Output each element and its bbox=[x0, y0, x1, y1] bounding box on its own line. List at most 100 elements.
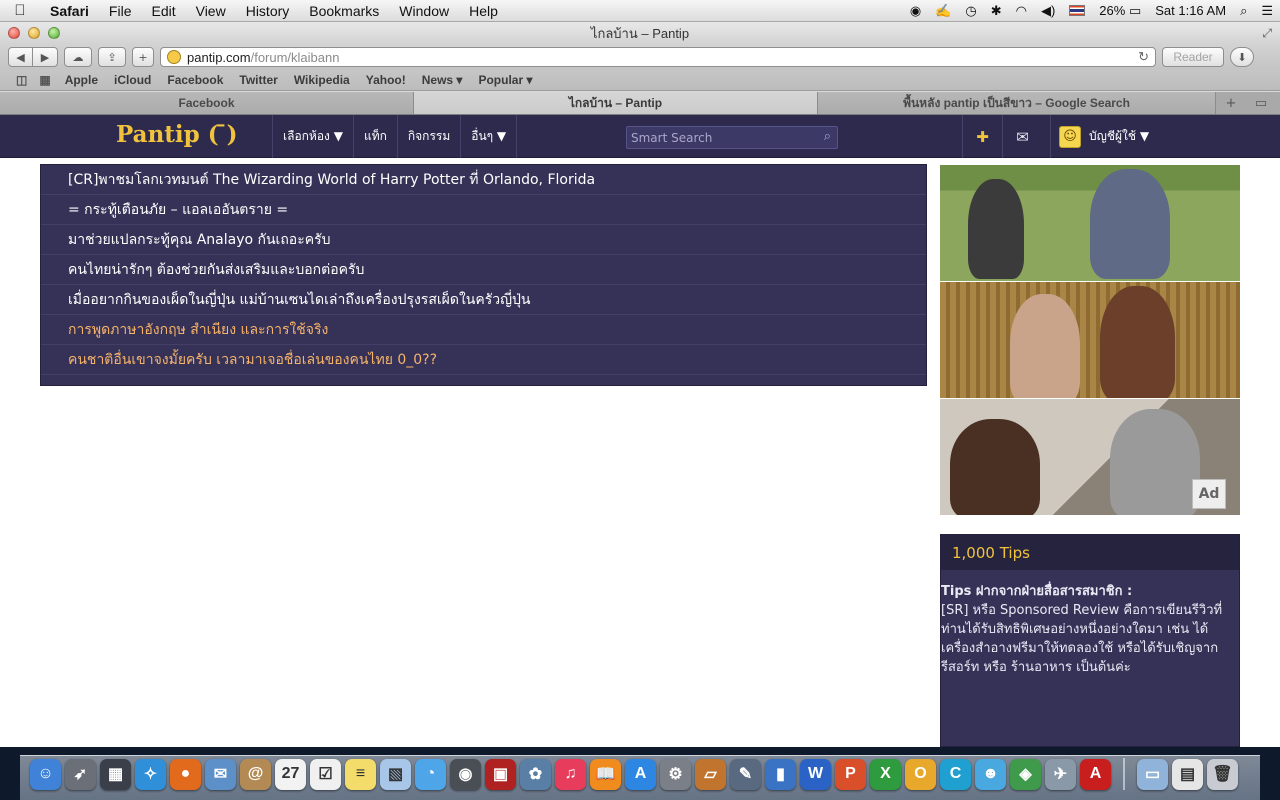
bookmark-folder-news[interactable]: News ▾ bbox=[414, 73, 471, 87]
reminders-icon[interactable]: ☑ bbox=[310, 758, 341, 790]
minimize-window-button[interactable] bbox=[28, 27, 40, 39]
menu-view[interactable]: View bbox=[186, 3, 236, 19]
outlook-icon[interactable]: O bbox=[905, 758, 936, 790]
bookmark-folder-popular[interactable]: Popular ▾ bbox=[470, 73, 540, 87]
tab-pantip[interactable]: ไกลบ้าน – Pantip bbox=[414, 92, 818, 114]
calendar-icon[interactable]: 27 bbox=[275, 758, 306, 790]
notes-icon[interactable]: ≡ bbox=[345, 758, 376, 790]
downloads-stack-icon[interactable]: ▤ bbox=[1172, 758, 1203, 790]
spotlight-search-icon[interactable]: ⌕ bbox=[1233, 3, 1254, 19]
menu-bookmarks[interactable]: Bookmarks bbox=[299, 3, 389, 19]
acrobat-icon[interactable]: A bbox=[1080, 758, 1111, 790]
time-machine-icon[interactable]: ◷ bbox=[958, 3, 983, 19]
chart-app-icon[interactable]: ▮ bbox=[765, 758, 796, 790]
new-tab-button[interactable]: + bbox=[1216, 92, 1246, 114]
notification-center-icon[interactable]: ☰ bbox=[1254, 3, 1280, 19]
messages-icon[interactable]: ◔ bbox=[415, 758, 446, 790]
bookmark-apple[interactable]: Apple bbox=[57, 73, 106, 87]
contacts-icon[interactable]: @ bbox=[240, 758, 271, 790]
smart-search-input[interactable]: Smart Search ⌕ bbox=[626, 126, 838, 149]
nav-others[interactable]: อื่นๆ ▼ bbox=[460, 115, 518, 158]
ibooks-icon[interactable]: 📖 bbox=[590, 758, 621, 790]
icloud-tabs-button[interactable]: ☁ bbox=[64, 47, 92, 67]
sidebar-ad-banner[interactable]: Ad bbox=[940, 165, 1240, 517]
iphoto-icon[interactable]: ✿ bbox=[520, 758, 551, 790]
facetime-icon[interactable]: ◉ bbox=[450, 758, 481, 790]
excel-icon[interactable]: X bbox=[870, 758, 901, 790]
pantip-logo[interactable]: Pantip ( ̄) bbox=[116, 121, 238, 148]
close-window-button[interactable] bbox=[8, 27, 20, 39]
menu-history[interactable]: History bbox=[236, 3, 300, 19]
bookmark-icloud[interactable]: iCloud bbox=[106, 73, 159, 87]
bookmark-twitter[interactable]: Twitter bbox=[231, 73, 285, 87]
status-app-icon[interactable]: ✍ bbox=[928, 3, 958, 19]
zoom-window-button[interactable] bbox=[48, 27, 60, 39]
menu-help[interactable]: Help bbox=[459, 3, 508, 19]
account-menu[interactable]: ☺ บัญชีผู้ใช้ ▼ bbox=[1050, 115, 1149, 158]
reload-icon[interactable]: ↻ bbox=[1138, 49, 1149, 65]
reading-list-icon[interactable]: ◫ bbox=[10, 73, 33, 87]
app-store-icon[interactable]: A bbox=[625, 758, 656, 790]
topic-link[interactable]: [CR]พาชมโลกเวทมนต์ The Wizarding World o… bbox=[41, 165, 926, 195]
menu-window[interactable]: Window bbox=[389, 3, 459, 19]
topic-link[interactable]: = กระทู้เตือนภัย – แอลเออันตราย = bbox=[41, 195, 926, 225]
keynote-icon[interactable]: ▱ bbox=[695, 758, 726, 790]
ftp-client-icon[interactable]: ◈ bbox=[1010, 758, 1041, 790]
notification-icon[interactable]: ✚ bbox=[962, 115, 1002, 158]
nav-select-room[interactable]: เลือกห้อง ▼ bbox=[272, 115, 353, 158]
input-source-flag-icon[interactable] bbox=[1062, 5, 1092, 16]
documents-folder-icon[interactable]: ▭ bbox=[1137, 758, 1168, 790]
itunes-icon[interactable]: ♫ bbox=[555, 758, 586, 790]
search-icon[interactable]: ⌕ bbox=[824, 129, 831, 144]
trash-icon[interactable]: 🗑 bbox=[1207, 758, 1238, 790]
status-menu-icon[interactable]: ◉ bbox=[903, 3, 928, 19]
bookmark-wikipedia[interactable]: Wikipedia bbox=[286, 73, 358, 87]
safari-icon[interactable]: ✧ bbox=[135, 758, 166, 790]
powerpoint-icon[interactable]: P bbox=[835, 758, 866, 790]
topic-link[interactable]: มาช่วยแปลกระทู้คุณ Analayo กันเถอะครับ bbox=[41, 225, 926, 255]
finder-icon[interactable]: ☺ bbox=[30, 758, 61, 790]
downloads-button[interactable]: ⬇ bbox=[1230, 47, 1254, 67]
wifi-icon[interactable]: ◠ bbox=[1009, 3, 1034, 19]
topic-link[interactable]: คนชาติอื่นเขาจงมั้ยครับ เวลามาเจอชื่อเล่… bbox=[41, 345, 926, 375]
system-preferences-icon[interactable]: ⚙ bbox=[660, 758, 691, 790]
messenger-icon[interactable]: ☻ bbox=[975, 758, 1006, 790]
back-button[interactable]: ◀ bbox=[8, 47, 33, 67]
apple-icon[interactable]:  bbox=[0, 2, 40, 19]
clock[interactable]: Sat 1:16 AM bbox=[1148, 3, 1233, 18]
reader-button[interactable]: Reader bbox=[1162, 47, 1224, 67]
nav-activities[interactable]: กิจกรรม bbox=[396, 115, 460, 158]
tab-google-search[interactable]: พื้นหลัง pantip เป็นสีขาว – Google Searc… bbox=[818, 92, 1216, 114]
mail-icon[interactable]: ✉ bbox=[1002, 115, 1042, 158]
nav-tags[interactable]: แท็ก bbox=[352, 115, 397, 158]
menu-edit[interactable]: Edit bbox=[141, 3, 185, 19]
add-bookmark-button[interactable]: + bbox=[132, 47, 154, 67]
photo-booth-icon[interactable]: ▣ bbox=[485, 758, 516, 790]
topic-link[interactable]: คนไทยน่ารักๆ ต้องช่วยกันส่งเสริมและบอกต่… bbox=[41, 255, 926, 285]
menu-app-name[interactable]: Safari bbox=[40, 3, 99, 19]
mission-control-icon[interactable]: ▦ bbox=[100, 758, 131, 790]
launchpad-icon[interactable]: ➶ bbox=[65, 758, 96, 790]
topic-link[interactable]: การพูดภาษาอังกฤษ สำเนียง และการใช้จริง bbox=[41, 315, 926, 345]
topic-link[interactable]: เมื่ออยากกินของเผ็ดในญี่ปุ่น แม่บ้านเซนไ… bbox=[41, 285, 926, 315]
volume-icon[interactable]: ◀) bbox=[1034, 3, 1062, 19]
tab-facebook[interactable]: Facebook bbox=[0, 92, 414, 114]
forward-button[interactable]: ▶ bbox=[33, 47, 58, 67]
satellite-icon[interactable]: ✈ bbox=[1045, 758, 1076, 790]
bookmark-facebook[interactable]: Facebook bbox=[159, 73, 231, 87]
mail-icon[interactable]: ✉ bbox=[205, 758, 236, 790]
menu-file[interactable]: File bbox=[99, 3, 142, 19]
share-button[interactable]: ⇪ bbox=[98, 47, 126, 67]
script-editor-icon[interactable]: ✎ bbox=[730, 758, 761, 790]
bluetooth-icon[interactable]: ✱ bbox=[984, 3, 1009, 19]
battery-status[interactable]: 26% ▭ bbox=[1092, 3, 1148, 19]
tab-overview-button[interactable]: ▭ bbox=[1246, 92, 1276, 114]
firefox-icon[interactable]: ● bbox=[170, 758, 201, 790]
address-bar[interactable]: pantip.com/forum/klaibann ↻ bbox=[160, 47, 1156, 67]
top-sites-icon[interactable]: ▦ bbox=[33, 73, 56, 87]
fullscreen-icon[interactable]: ⤢ bbox=[1262, 26, 1272, 41]
preview-icon[interactable]: ▧ bbox=[380, 758, 411, 790]
word-icon[interactable]: W bbox=[800, 758, 831, 790]
bookmark-yahoo[interactable]: Yahoo! bbox=[358, 73, 414, 87]
communicator-icon[interactable]: C bbox=[940, 758, 971, 790]
